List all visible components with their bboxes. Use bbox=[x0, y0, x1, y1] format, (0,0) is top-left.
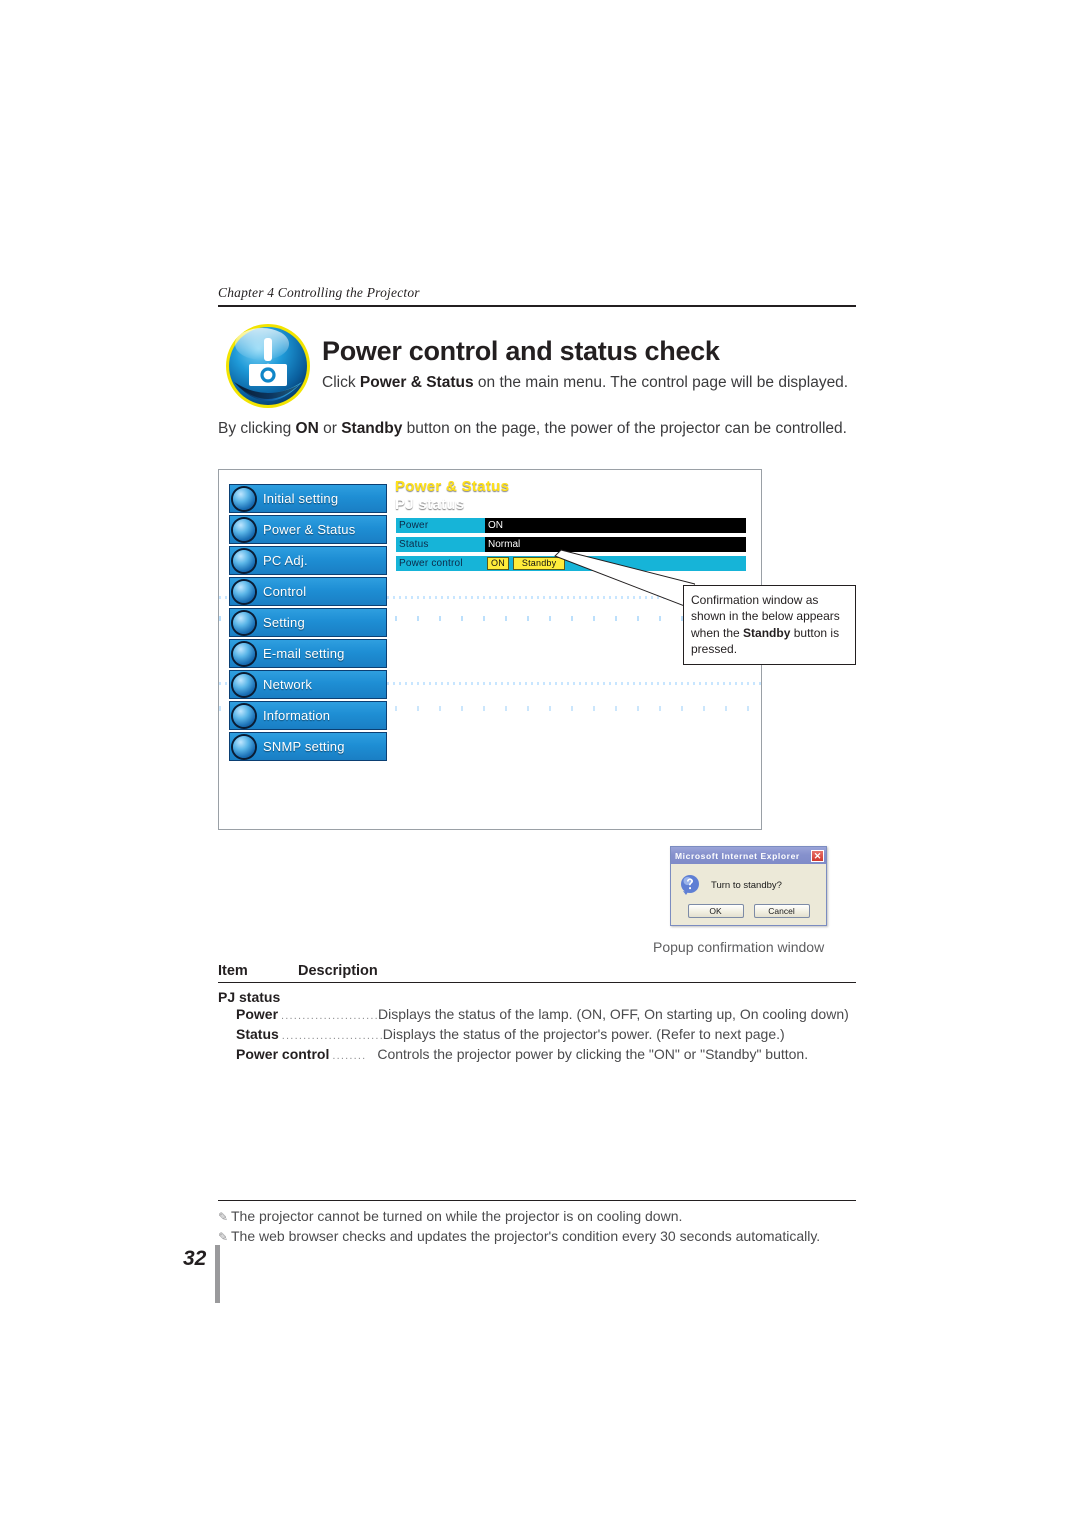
item-description-table: Item Description PJ status Power .......… bbox=[218, 963, 856, 1065]
intro-2-mid: or bbox=[318, 420, 342, 437]
footnote: ✎ The projector cannot be turned on while… bbox=[218, 1208, 682, 1224]
table-row: Power ........................ Displays … bbox=[236, 1005, 856, 1025]
status-row-value: ON bbox=[485, 518, 746, 533]
popup-caption: Popup confirmation window bbox=[653, 939, 825, 955]
footnote: ✎ The web browser checks and updates the … bbox=[218, 1228, 820, 1244]
sidebar-item-email-setting[interactable]: E-mail setting bbox=[229, 639, 387, 668]
row-item-label: Power bbox=[236, 1006, 279, 1023]
status-row-label: Status bbox=[399, 539, 429, 550]
row-description: Displays the status of the lamp. (ON, OF… bbox=[378, 1006, 849, 1023]
close-icon[interactable]: ✕ bbox=[811, 849, 824, 862]
monitor-icon bbox=[233, 549, 255, 572]
callout-note: Confirmation window as shown in the belo… bbox=[683, 585, 856, 666]
dialog-button-row: OK Cancel bbox=[671, 902, 826, 925]
sidebar-item-pc-adj[interactable]: PC Adj. bbox=[229, 546, 387, 575]
sidebar-item-control[interactable]: Control bbox=[229, 577, 387, 606]
sidebar-item-label: E-mail setting bbox=[263, 646, 345, 661]
cancel-button[interactable]: Cancel bbox=[753, 904, 810, 918]
dialog-message: Turn to standby? bbox=[711, 879, 782, 891]
envelope-icon bbox=[233, 642, 255, 665]
intro-1-bold: Power & Status bbox=[359, 374, 474, 391]
sidebar-item-setting[interactable]: Setting bbox=[229, 608, 387, 637]
callout-text-bold: Standby bbox=[743, 625, 791, 640]
column-header-item: Item bbox=[218, 963, 248, 979]
projector-web-screenshot: Initial setting Power & Status PC Adj. C… bbox=[218, 469, 762, 830]
page-number: 32 bbox=[183, 1247, 207, 1270]
dialog-title: Microsoft Internet Explorer bbox=[675, 850, 800, 861]
intro-paragraph-2: By clicking ON or Standby button on the … bbox=[218, 418, 856, 440]
sidebar-item-power-status[interactable]: Power & Status bbox=[229, 515, 387, 544]
projector-badge-icon bbox=[222, 318, 314, 414]
table-row: Status ........................ Displays… bbox=[236, 1025, 856, 1045]
column-header-description: Description bbox=[298, 963, 378, 979]
table-group-label: PJ status bbox=[218, 989, 281, 1006]
sidebar-item-label: Setting bbox=[263, 615, 305, 630]
gear-globe-icon bbox=[233, 487, 255, 510]
wrench-icon bbox=[233, 611, 255, 634]
ok-button[interactable]: OK bbox=[687, 904, 744, 918]
sidebar-item-label: Network bbox=[263, 677, 313, 692]
web-sidebar-menu: Initial setting Power & Status PC Adj. C… bbox=[229, 484, 387, 763]
sidebar-item-label: SNMP setting bbox=[263, 739, 345, 754]
sidebar-item-label: PC Adj. bbox=[263, 553, 308, 568]
pen-icon: ✎ bbox=[218, 1230, 229, 1244]
sidebar-item-snmp-setting[interactable]: SNMP setting bbox=[229, 732, 387, 761]
dialog-body: Turn to standby? bbox=[671, 864, 826, 902]
intro-1-pre: Click bbox=[322, 374, 360, 391]
sidebar-item-network[interactable]: Network bbox=[229, 670, 387, 699]
sidebar-item-initial-setting[interactable]: Initial setting bbox=[229, 484, 387, 513]
sidebar-item-label: Power & Status bbox=[263, 522, 356, 537]
row-item-label: Status bbox=[236, 1026, 279, 1043]
row-description: Controls the projector power by clicking… bbox=[377, 1046, 809, 1063]
content-title: Power & Status bbox=[395, 478, 510, 495]
sidebar-item-information[interactable]: Information bbox=[229, 701, 387, 730]
footnote-text: The web browser checks and updates the p… bbox=[231, 1228, 821, 1244]
dialog-title-bar: Microsoft Internet Explorer ✕ bbox=[671, 847, 826, 864]
intro-paragraph-1: Click Power & Status on the main menu. T… bbox=[322, 372, 856, 394]
running-head: Chapter 4 Controlling the Projector bbox=[218, 285, 420, 300]
status-row-power: Power ON bbox=[395, 517, 747, 534]
header-divider bbox=[218, 305, 856, 307]
leader-dots: ........................ bbox=[281, 1010, 378, 1023]
callout-pointer bbox=[545, 548, 695, 610]
snmp-icon bbox=[233, 735, 255, 758]
page-title: Power control and status check bbox=[322, 336, 720, 367]
leader-dots: ........ bbox=[332, 1050, 367, 1063]
pen-icon: ✎ bbox=[218, 1210, 229, 1224]
row-item-label: Power control bbox=[236, 1046, 330, 1063]
table-row: Power control ........ Controls the proj… bbox=[236, 1045, 856, 1065]
table-divider bbox=[218, 982, 856, 984]
intro-1-post: on the main menu. The control page will … bbox=[473, 374, 849, 391]
status-row-label: Power control bbox=[399, 558, 463, 569]
footer-divider bbox=[218, 1200, 856, 1201]
leader-dots: ........................ bbox=[281, 1030, 382, 1043]
status-row-label: Power bbox=[399, 520, 429, 531]
page-marker-bar bbox=[215, 1245, 220, 1303]
control-icon bbox=[233, 580, 255, 603]
intro-2-bold-standby: Standby bbox=[341, 420, 403, 437]
ie-confirmation-dialog: Microsoft Internet Explorer ✕ Turn to st… bbox=[670, 846, 827, 926]
row-description: Displays the status of the projector's p… bbox=[382, 1026, 785, 1043]
intro-2-post: button on the page, the power of the pro… bbox=[402, 420, 847, 437]
power-status-icon bbox=[233, 518, 255, 541]
network-icon bbox=[233, 673, 255, 696]
power-on-button[interactable]: ON bbox=[487, 557, 509, 570]
question-mark-icon bbox=[679, 874, 701, 896]
footnote-text: The projector cannot be turned on while … bbox=[231, 1208, 683, 1224]
screenshot-background: Initial setting Power & Status PC Adj. C… bbox=[219, 470, 761, 829]
sidebar-item-label: Information bbox=[263, 708, 331, 723]
intro-2-bold-on: ON bbox=[295, 420, 319, 437]
info-icon bbox=[233, 704, 255, 727]
table-header-row: Item Description bbox=[218, 963, 856, 982]
sidebar-item-label: Control bbox=[263, 584, 307, 599]
sidebar-item-label: Initial setting bbox=[263, 491, 339, 506]
intro-2-pre: By clicking bbox=[218, 420, 296, 437]
content-subtitle: PJ status bbox=[395, 496, 465, 513]
